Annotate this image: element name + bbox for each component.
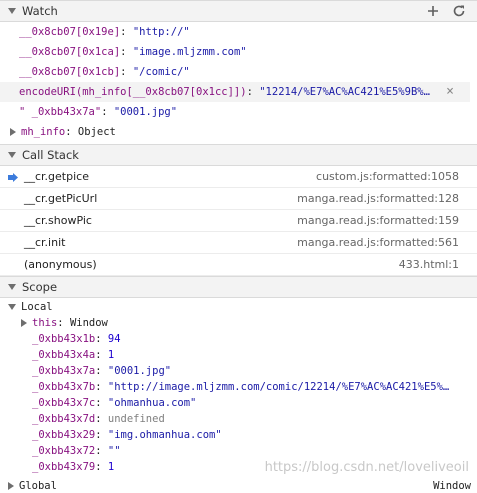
watch-item[interactable]: __0x8cb07[0x1ca]: "image.mljzmm.com" <box>0 42 477 62</box>
frame-function: __cr.showPic <box>24 214 92 227</box>
callstack-frame[interactable]: __cr.init manga.read.js:formatted:561 <box>0 232 477 254</box>
frame-function: __cr.init <box>24 236 66 249</box>
callstack-title: Call Stack <box>22 148 79 162</box>
expand-triangle-icon <box>8 8 16 14</box>
callstack-frame-current[interactable]: __cr.getpice custom.js:formatted:1058 <box>0 166 477 188</box>
frame-location[interactable]: manga.read.js:formatted:159 <box>297 214 459 227</box>
scope-section-header[interactable]: Scope <box>0 276 477 298</box>
scope-var-row: _0xbb43x4a: 1 <box>32 348 115 361</box>
frame-function: __cr.getPicUrl <box>24 192 98 205</box>
watermark-text: https://blog.csdn.net/loveliveoil <box>264 460 469 475</box>
scope-var-row: _0xbb43x1b: 94 <box>32 332 121 345</box>
callstack-frame[interactable]: __cr.getPicUrl manga.read.js:formatted:1… <box>0 188 477 210</box>
watch-title: Watch <box>22 4 58 18</box>
scope-var-row: _0xbb43x7b: "http://image.mljzmm.com/com… <box>32 380 450 393</box>
watch-section-header[interactable]: Watch <box>0 0 477 22</box>
close-icon[interactable]: × <box>446 85 454 98</box>
scope-var-row: _0xbb43x7a: "0001.jpg" <box>32 364 172 377</box>
watch-item[interactable]: " _0xbb43x7a": "0001.jpg" <box>0 102 477 122</box>
refresh-icon[interactable] <box>451 3 467 19</box>
collapse-arrow-icon[interactable] <box>8 303 16 310</box>
scope-this-row[interactable]: this: Window <box>0 315 477 331</box>
frame-location[interactable]: custom.js:formatted:1058 <box>316 170 459 183</box>
expand-arrow-icon[interactable] <box>8 481 14 490</box>
frame-location[interactable]: 433.html:1 <box>399 258 459 271</box>
scope-var-row: _0xbb43x7d: undefined <box>32 412 165 425</box>
expand-triangle-icon <box>8 284 16 290</box>
watch-item-hovered[interactable]: encodeURI(mh_info[__0x8cb07[0x1cc]]): "1… <box>0 82 470 102</box>
current-frame-arrow-icon <box>8 172 18 185</box>
expand-arrow-icon[interactable] <box>10 128 16 136</box>
callstack-section-header[interactable]: Call Stack <box>0 144 477 166</box>
scope-global-row[interactable]: Global Window <box>0 478 477 493</box>
plus-icon[interactable] <box>425 3 441 19</box>
scope-var-row: _0xbb43x7c: "ohmanhua.com" <box>32 396 197 409</box>
frame-location[interactable]: manga.read.js:formatted:561 <box>297 236 459 249</box>
scope-local-row[interactable]: Local <box>0 299 477 315</box>
watch-item[interactable]: __0x8cb07[0x1cb]: "/comic/" <box>0 62 477 82</box>
frame-location[interactable]: manga.read.js:formatted:128 <box>297 192 459 205</box>
frame-function: (anonymous) <box>24 258 97 271</box>
watch-object-row[interactable]: mh_info: Object <box>0 122 477 142</box>
expand-triangle-icon <box>8 152 16 158</box>
scope-var-row: _0xbb43x72: "" <box>32 444 121 457</box>
expand-arrow-icon[interactable] <box>21 318 27 327</box>
scope-var-row: _0xbb43x29: "img.ohmanhua.com" <box>32 428 222 441</box>
scope-title: Scope <box>22 280 58 294</box>
frame-function: __cr.getpice <box>24 170 89 183</box>
callstack-frame[interactable]: __cr.showPic manga.read.js:formatted:159 <box>0 210 477 232</box>
watch-item[interactable]: __0x8cb07[0x19e]: "http://" <box>0 22 477 42</box>
callstack-frame[interactable]: (anonymous) 433.html:1 <box>0 254 477 276</box>
